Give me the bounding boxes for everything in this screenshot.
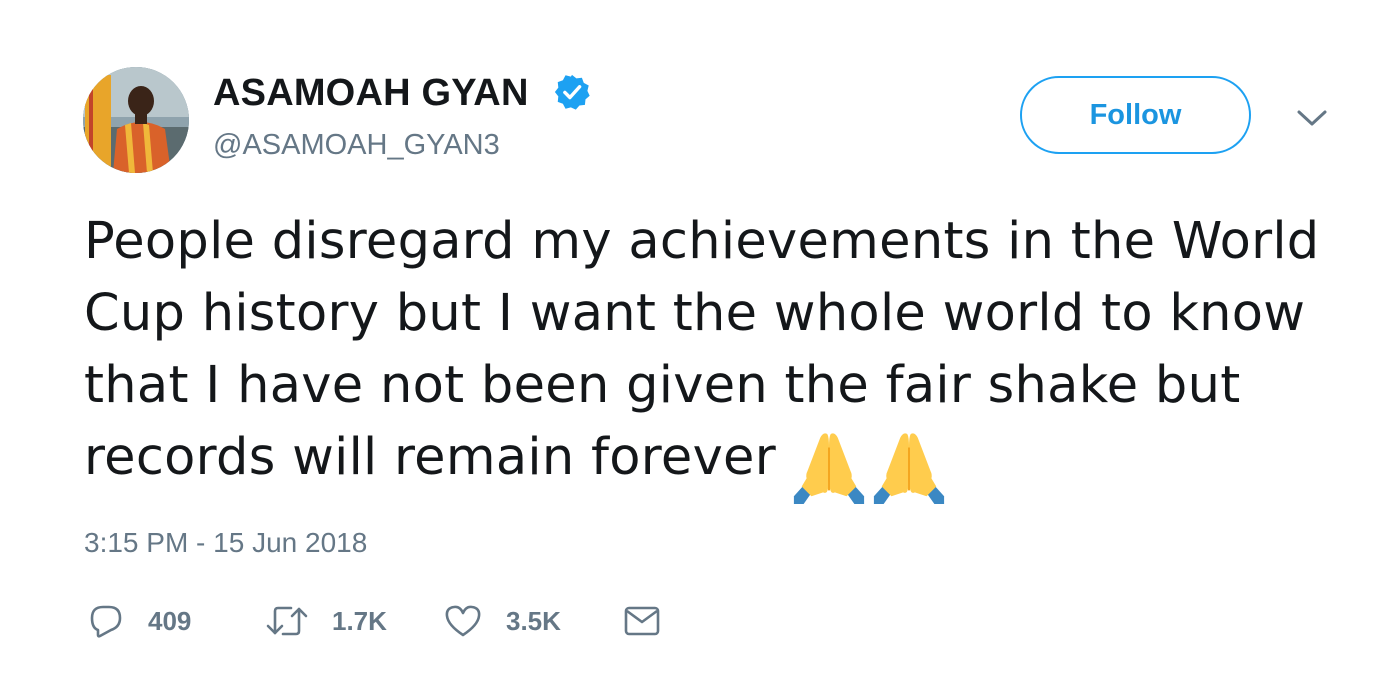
reply-button[interactable]: 409: [88, 598, 191, 644]
tweet-text-content: People disregard my achievements in the …: [84, 212, 1320, 487]
retweet-icon: [266, 606, 308, 636]
reply-icon: [90, 605, 122, 638]
like-count: 3.5K: [506, 605, 561, 636]
envelope-icon: [624, 606, 660, 636]
avatar[interactable]: [83, 67, 189, 173]
profile-photo: [83, 67, 189, 173]
follow-button[interactable]: Follow: [1020, 76, 1251, 154]
heart-icon: [445, 605, 481, 637]
display-name[interactable]: ASAMOAH GYAN: [213, 70, 529, 116]
user-handle[interactable]: @ASAMOAH_GYAN3: [213, 127, 500, 163]
reply-count: 409: [148, 605, 192, 636]
tweet-actions: 409 1.7K 3.5K: [88, 598, 788, 644]
tweet-text: People disregard my achievements in the …: [84, 206, 1344, 506]
direct-message-button[interactable]: [624, 598, 660, 644]
tweet-card: ASAMOAH GYAN @ASAMOAH_GYAN3 Follow Peopl…: [0, 0, 1400, 695]
chevron-down-icon[interactable]: [1296, 106, 1328, 130]
like-button[interactable]: 3.5K: [444, 598, 561, 644]
tweet-timestamp[interactable]: 3:15 PM - 15 Jun 2018: [84, 526, 367, 560]
folded-hands-emoji-icon: [873, 433, 945, 505]
retweet-count: 1.7K: [332, 605, 387, 636]
retweet-button[interactable]: 1.7K: [266, 598, 387, 644]
folded-hands-emoji-icon: [793, 433, 865, 505]
verified-badge-icon: [554, 74, 590, 110]
emoji-group: [790, 428, 950, 506]
